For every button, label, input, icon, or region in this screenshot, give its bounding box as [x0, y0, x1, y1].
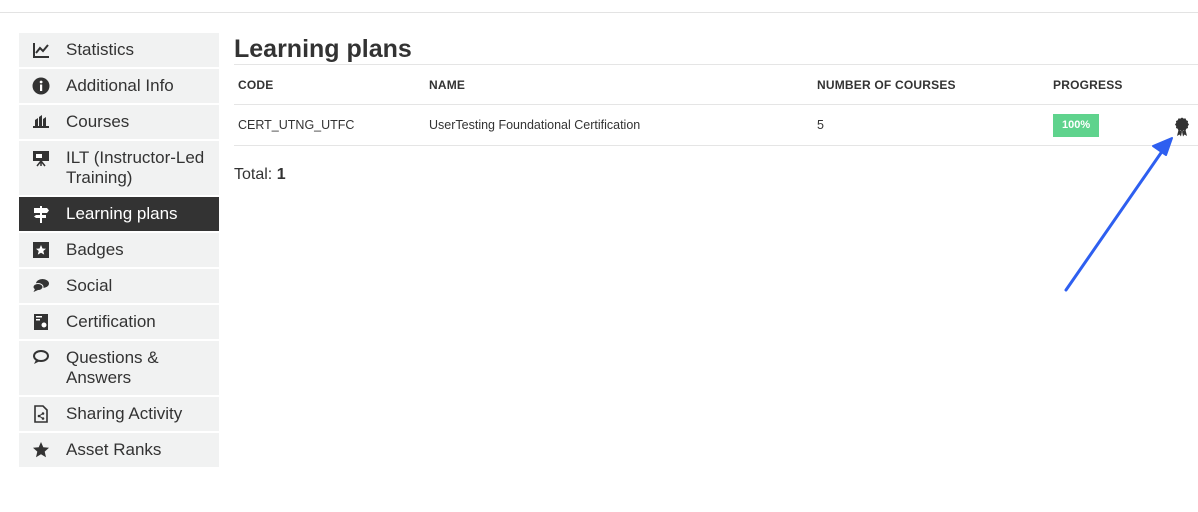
sidebar-item-sharing-activity[interactable]: Sharing Activity: [19, 397, 219, 433]
sidebar-item-questions-answers[interactable]: Questions & Answers: [19, 341, 219, 397]
column-header-number-of-courses[interactable]: NUMBER OF COURSES: [813, 64, 1049, 105]
sidebar-item-label: Sharing Activity: [66, 404, 183, 423]
total-value: 1: [276, 166, 286, 183]
sidebar-item-label: Questions & Answers: [66, 348, 159, 387]
top-divider: [0, 12, 1198, 13]
chat-bubbles-icon: [31, 276, 51, 296]
certificate-icon: [31, 312, 51, 332]
learning-plans-table: CODE NAME NUMBER OF COURSES PROGRESS CER…: [234, 64, 1198, 146]
sidebar: Statistics Additional Info Courses ILT (…: [19, 33, 219, 469]
sidebar-item-label: Additional Info: [66, 76, 174, 95]
question-bubbles-icon: [31, 348, 51, 368]
table-header-row: CODE NAME NUMBER OF COURSES PROGRESS: [234, 64, 1198, 105]
sidebar-item-statistics[interactable]: Statistics: [19, 33, 219, 69]
courses-icon: [31, 112, 51, 132]
share-document-icon: [31, 404, 51, 424]
cell-code: CERT_UTNG_UTFC: [234, 104, 425, 146]
certificate-award-icon[interactable]: [1174, 117, 1190, 137]
star-square-icon: [31, 240, 51, 260]
sidebar-item-learning-plans[interactable]: Learning plans: [19, 197, 219, 233]
progress-badge: 100%: [1053, 113, 1100, 137]
cell-name[interactable]: UserTesting Foundational Certification: [425, 104, 813, 146]
presentation-icon: [31, 148, 51, 168]
total-count: Total: 1: [234, 166, 1198, 184]
table-row[interactable]: CERT_UTNG_UTFC UserTesting Foundational …: [234, 104, 1198, 146]
cell-progress: 100%: [1049, 104, 1198, 146]
sidebar-item-label: Asset Ranks: [66, 440, 162, 459]
sidebar-item-certification[interactable]: Certification: [19, 305, 219, 341]
sidebar-item-additional-info[interactable]: Additional Info: [19, 69, 219, 105]
cell-number-of-courses: 5: [813, 104, 1049, 146]
sidebar-item-label: Courses: [66, 112, 130, 131]
sidebar-item-ilt[interactable]: ILT (Instructor-Led Training): [19, 141, 219, 197]
sidebar-item-courses[interactable]: Courses: [19, 105, 219, 141]
star-icon: [31, 440, 51, 460]
signpost-icon: [31, 204, 51, 224]
sidebar-item-label: Social: [66, 276, 113, 295]
chart-line-icon: [31, 40, 51, 60]
main-content: Learning plans CODE NAME NUMBER OF COURS…: [234, 33, 1198, 184]
sidebar-item-label: Certification: [66, 312, 156, 331]
column-header-code[interactable]: CODE: [234, 64, 425, 105]
page-title: Learning plans: [234, 35, 412, 63]
sidebar-item-label: Statistics: [66, 40, 135, 59]
column-header-progress[interactable]: PROGRESS: [1049, 64, 1198, 105]
total-label: Total:: [234, 166, 273, 183]
info-circle-icon: [31, 76, 51, 96]
column-header-name[interactable]: NAME: [425, 64, 813, 105]
sidebar-item-asset-ranks[interactable]: Asset Ranks: [19, 433, 219, 469]
sidebar-item-label: Learning plans: [66, 204, 178, 223]
sidebar-item-label: ILT (Instructor-Led Training): [66, 148, 205, 187]
sidebar-item-badges[interactable]: Badges: [19, 233, 219, 269]
sidebar-item-label: Badges: [66, 240, 124, 259]
sidebar-item-social[interactable]: Social: [19, 269, 219, 305]
